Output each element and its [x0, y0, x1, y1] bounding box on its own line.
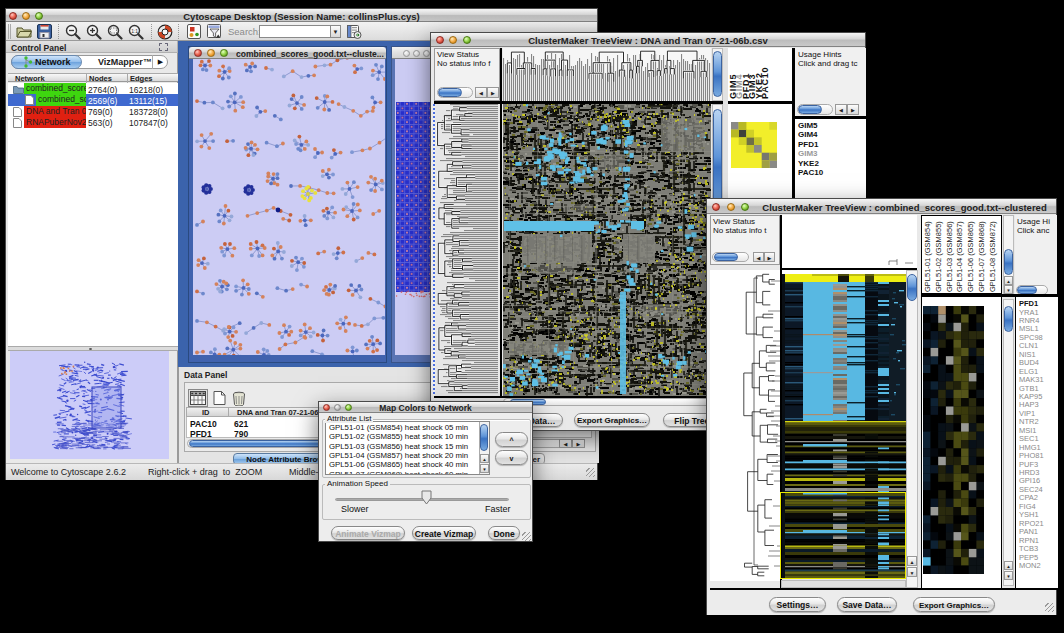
svg-text:1:1: 1:1: [131, 28, 138, 34]
